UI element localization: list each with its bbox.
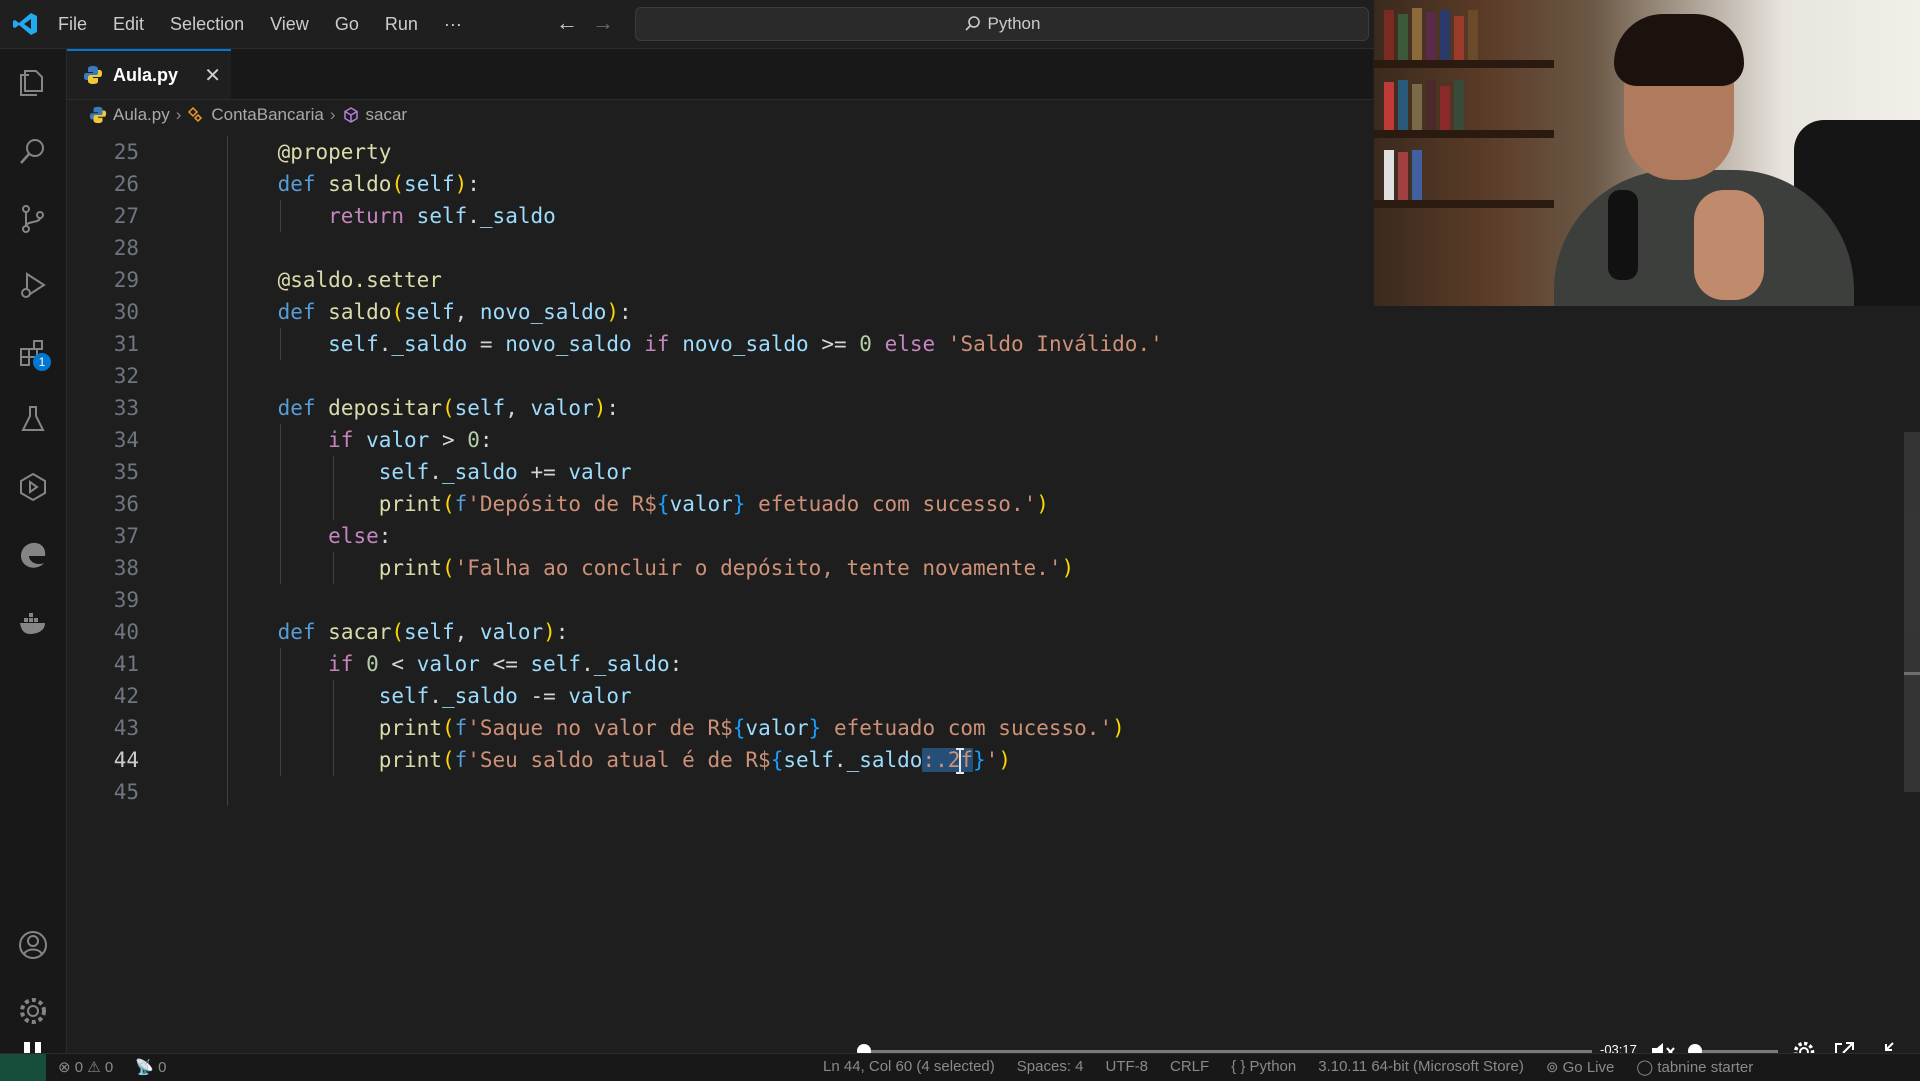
breadcrumb-method[interactable]: sacar	[342, 105, 408, 125]
command-center-search[interactable]: Python	[635, 7, 1369, 41]
navigation-arrows: ← →	[556, 10, 614, 36]
tab-label: Aula.py	[113, 64, 179, 85]
line-number: 39	[113, 588, 139, 612]
docker-icon[interactable]	[13, 603, 53, 643]
vscode-logo-icon	[13, 13, 37, 35]
source-control-icon[interactable]	[13, 199, 53, 239]
line-number: 44	[113, 748, 139, 772]
menu-view[interactable]: View	[270, 14, 309, 35]
status-left: ⊗ 0 ⚠ 0 📡 0	[58, 1058, 166, 1076]
line-number: 29	[113, 268, 139, 292]
close-tab-icon[interactable]: ✕	[204, 63, 221, 88]
breadcrumb-separator-icon: ›	[175, 105, 182, 124]
go-live-button[interactable]: ⊚ Go Live	[1546, 1058, 1614, 1076]
indentation[interactable]: Spaces: 4	[1017, 1058, 1084, 1076]
breadcrumb-method-label: sacar	[365, 105, 408, 124]
testing-flask-icon[interactable]	[13, 399, 53, 439]
menu-go[interactable]: Go	[335, 14, 359, 35]
language-mode[interactable]: { } Python	[1231, 1058, 1296, 1076]
settings-gear-icon[interactable]	[13, 991, 53, 1031]
language-label: Python	[1249, 1058, 1297, 1075]
tab-aula-py[interactable]: Aula.py ✕	[67, 49, 231, 99]
tabnine-label: tabnine starter	[1657, 1059, 1754, 1076]
extensions-badge: 1	[33, 353, 51, 371]
ports-count: 0	[158, 1059, 167, 1076]
accounts-icon[interactable]	[13, 925, 53, 965]
tabnine-status[interactable]: ◯ tabnine starter	[1636, 1058, 1753, 1076]
status-bar: ⊗ 0 ⚠ 0 📡 0 Ln 44, Col 60 (4 selected) S…	[0, 1053, 1920, 1081]
method-symbol-icon	[343, 107, 358, 123]
line-number: 38	[113, 556, 139, 580]
line-number: 45	[113, 780, 139, 804]
class-symbol-icon	[188, 106, 203, 123]
scrollbar-cursor-marker	[1904, 672, 1920, 675]
breadcrumb-file[interactable]: Aula.py	[89, 105, 170, 125]
remote-explorer-icon[interactable]	[13, 467, 53, 507]
go-live-label: Go Live	[1562, 1059, 1615, 1076]
forward-arrow-icon[interactable]: →	[592, 10, 614, 36]
extensions-icon[interactable]: 1	[13, 333, 53, 373]
breadcrumb-class[interactable]: ContaBancaria	[187, 105, 324, 125]
python-file-icon	[84, 66, 102, 84]
run-debug-icon[interactable]	[13, 265, 53, 305]
line-number: 41	[113, 652, 139, 676]
line-number: 35	[113, 460, 139, 484]
line-number: 31	[113, 332, 139, 356]
line-number: 32	[113, 364, 139, 388]
warnings-count: 0	[104, 1059, 114, 1076]
code-editor[interactable]: 25 @property 26 def saldo(self): 27 retu…	[67, 136, 1373, 1041]
line-number: 36	[113, 492, 139, 516]
cursor-position[interactable]: Ln 44, Col 60 (4 selected)	[823, 1058, 995, 1076]
line-number: 40	[113, 620, 139, 644]
line-number: 30	[113, 300, 139, 324]
python-file-icon	[89, 106, 107, 124]
line-number: 26	[113, 172, 139, 196]
errors-count: 0	[74, 1059, 84, 1076]
breadcrumb-file-label: Aula.py	[113, 105, 170, 124]
remote-indicator-icon[interactable]	[0, 1054, 46, 1081]
line-number: 28	[113, 236, 139, 260]
menu-edit[interactable]: Edit	[113, 14, 144, 35]
activity-bar: 1	[0, 49, 67, 1053]
line-number: 42	[113, 684, 139, 708]
line-number: 34	[113, 428, 139, 452]
line-number: 27	[113, 204, 139, 228]
ports-indicator[interactable]: 📡 0	[135, 1058, 166, 1076]
breadcrumb: Aula.py › ContaBancaria › sacar	[67, 100, 407, 130]
command-center-label: Python	[987, 14, 1041, 33]
line-number: 25	[113, 140, 139, 164]
explorer-icon[interactable]	[13, 63, 53, 103]
encoding[interactable]: UTF-8	[1106, 1058, 1149, 1076]
search-icon	[964, 16, 980, 31]
edge-browser-icon[interactable]	[13, 535, 53, 575]
menu-selection[interactable]: Selection	[170, 14, 244, 35]
breadcrumb-separator-icon: ›	[329, 105, 336, 124]
line-number: 37	[113, 524, 139, 548]
menu-bar: File Edit Selection View Go Run ···	[58, 0, 488, 48]
editor-tab-bar: Aula.py ✕	[67, 49, 1373, 100]
line-number: 43	[113, 716, 139, 740]
webcam-overlay	[1374, 0, 1920, 306]
menu-run[interactable]: Run	[385, 14, 418, 35]
back-arrow-icon[interactable]: ←	[556, 10, 578, 36]
text-cursor-icon	[956, 748, 964, 774]
menu-more[interactable]: ···	[444, 14, 462, 35]
editor-scrollbar[interactable]	[1904, 432, 1920, 792]
search-icon[interactable]	[13, 131, 53, 171]
python-interpreter[interactable]: 3.10.11 64-bit (Microsoft Store)	[1318, 1058, 1524, 1076]
menu-file[interactable]: File	[58, 14, 87, 35]
line-number: 33	[113, 396, 139, 420]
status-right: Ln 44, Col 60 (4 selected) Spaces: 4 UTF…	[823, 1058, 1753, 1076]
end-of-line[interactable]: CRLF	[1170, 1058, 1209, 1076]
problems-indicator[interactable]: ⊗ 0 ⚠ 0	[58, 1058, 113, 1076]
breadcrumb-class-label: ContaBancaria	[211, 105, 324, 124]
